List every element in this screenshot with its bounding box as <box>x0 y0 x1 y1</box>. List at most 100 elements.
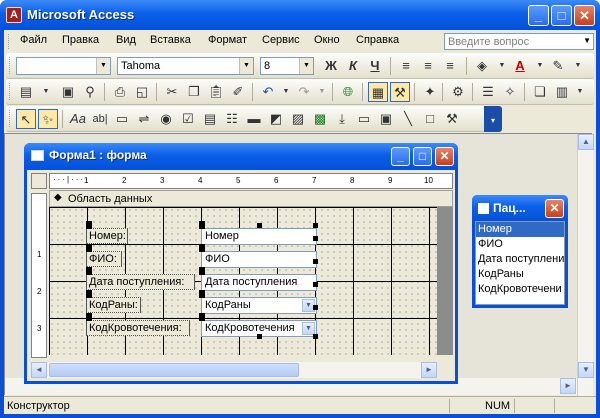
move-handle[interactable] <box>199 244 205 252</box>
title-bar[interactable]: A Microsoft Access _ □ ✕ <box>0 0 600 30</box>
checkbox-tool-icon[interactable]: ☑ <box>178 109 198 129</box>
form-design-window[interactable]: Форма1 : форма _ □ ✕ ···|···· 1 2 3 4 5 … <box>24 143 458 384</box>
print-preview-icon[interactable]: ◱ <box>132 82 152 102</box>
align-right-icon[interactable]: ≡ <box>440 56 460 76</box>
fill-color-icon[interactable]: ◈ <box>472 56 492 76</box>
scroll-up-icon[interactable]: ▲ <box>578 134 594 150</box>
label-fio[interactable]: ФИО: <box>86 251 122 267</box>
toolbox-icon[interactable]: ⚒ <box>390 82 410 102</box>
chevron-down-icon[interactable]: ▼ <box>239 58 253 74</box>
chevron-down-icon[interactable]: ▼ <box>36 82 56 102</box>
move-handle[interactable] <box>86 244 92 252</box>
form-horizontal-scrollbar[interactable]: ◄ ► <box>31 362 437 378</box>
redo-icon[interactable]: ↷ <box>294 82 314 102</box>
field-nomer[interactable]: Номер <box>201 228 317 245</box>
move-handle[interactable] <box>86 313 92 321</box>
list-box-tool-icon[interactable]: ☷ <box>222 109 242 129</box>
select-objects-icon[interactable]: ↖ <box>16 109 36 129</box>
scroll-right-icon[interactable]: ► <box>421 362 437 378</box>
copy-icon[interactable]: ❐ <box>184 82 204 102</box>
toolbar-grip[interactable] <box>9 110 12 127</box>
menu-window[interactable]: Окно <box>314 34 340 46</box>
resize-handle[interactable] <box>313 334 318 339</box>
font-color-icon[interactable]: A <box>510 56 530 76</box>
ask-question-box[interactable]: Введите вопрос ▼ <box>444 33 594 50</box>
detail-section-header[interactable]: ◆ Область данных <box>49 190 453 207</box>
scroll-right-icon[interactable]: ► <box>560 378 576 394</box>
field-list-item-bleeding-code[interactable]: КодКровотечени <box>476 282 564 297</box>
resize-handle[interactable] <box>313 236 318 241</box>
combo-box-tool-icon[interactable]: ▤ <box>200 109 220 129</box>
toolbar-options-icon[interactable]: ▾ <box>484 106 502 132</box>
chevron-down-icon[interactable]: ▼ <box>583 36 591 45</box>
move-handle[interactable] <box>199 290 205 298</box>
resize-handle[interactable] <box>313 305 318 310</box>
line-tool-icon[interactable]: ╲ <box>398 109 418 129</box>
menu-edit[interactable]: Правка <box>62 34 99 46</box>
field-list-item-nomer[interactable]: Номер <box>476 222 564 237</box>
code-icon[interactable]: ⚙ <box>448 82 468 102</box>
form-title-bar[interactable]: Форма1 : форма _ □ ✕ <box>24 143 458 170</box>
label-tool-icon[interactable]: Aa <box>68 109 88 129</box>
field-list[interactable]: Номер ФИО Дата поступлени КодРаны КодКро… <box>475 221 565 305</box>
combo-wound-code[interactable]: КодРаны ▼ <box>201 297 317 314</box>
menu-tools[interactable]: Сервис <box>262 34 300 46</box>
label-wound-code[interactable]: КодРаны: <box>86 297 141 313</box>
label-bleeding-code[interactable]: КодКровотечения: <box>86 320 190 336</box>
page-break-icon[interactable]: ⤓ <box>332 109 352 129</box>
chevron-down-icon[interactable]: ▼ <box>299 58 313 74</box>
resize-handle[interactable] <box>257 334 262 339</box>
move-handle[interactable] <box>199 313 205 321</box>
scroll-down-icon[interactable]: ▼ <box>578 362 594 378</box>
field-list-item-wound-code[interactable]: КодРаны <box>476 267 564 282</box>
move-handle[interactable] <box>86 267 92 275</box>
resize-handle[interactable] <box>313 259 318 264</box>
menu-insert[interactable]: Вставка <box>150 34 191 46</box>
properties-icon[interactable]: ☰ <box>478 82 498 102</box>
resize-handle[interactable] <box>313 282 318 287</box>
print-icon[interactable]: ⎙ <box>110 82 130 102</box>
toggle-button-icon[interactable]: ⇌ <box>134 109 154 129</box>
move-handle[interactable] <box>86 221 92 229</box>
align-center-icon[interactable]: ≡ <box>418 56 438 76</box>
field-list-close-button[interactable]: ✕ <box>545 199 564 218</box>
menu-grip[interactable] <box>8 34 11 49</box>
control-wizards-icon[interactable]: ✨︎ <box>38 109 58 129</box>
tab-control-icon[interactable]: ▭ <box>354 109 374 129</box>
autoformat-icon[interactable]: ✦ <box>420 82 440 102</box>
form-minimize-button[interactable]: _ <box>391 147 410 166</box>
underline-button[interactable]: Ч <box>365 56 385 76</box>
builder-icon[interactable]: ✧ <box>500 82 520 102</box>
textbox-tool-icon[interactable]: ab| <box>90 109 110 129</box>
field-fio[interactable]: ФИО <box>201 251 317 268</box>
option-group-icon[interactable]: ▭ <box>112 109 132 129</box>
unbound-frame-icon[interactable]: ▨ <box>288 109 308 129</box>
paste-icon[interactable]: 📋︎ <box>206 82 226 102</box>
view-icon[interactable]: ▤ <box>16 82 36 102</box>
database-window-icon[interactable]: ❏ <box>530 82 550 102</box>
toolbar-grip[interactable] <box>9 57 12 74</box>
label-nomer[interactable]: Номер: <box>86 228 128 244</box>
field-list-item-admission-date[interactable]: Дата поступлени <box>476 252 564 267</box>
vertical-ruler[interactable]: 1 2 3 <box>31 193 47 358</box>
field-admission-date[interactable]: Дата поступления <box>201 274 317 291</box>
cut-icon[interactable]: ✂ <box>162 82 182 102</box>
font-combo[interactable]: Tahoma ▼ <box>117 57 254 75</box>
font-size-combo[interactable]: 8 ▼ <box>260 57 314 75</box>
image-tool-icon[interactable]: ◩ <box>266 109 286 129</box>
option-button-icon[interactable]: ◉ <box>156 109 176 129</box>
new-object-icon[interactable]: ▥ <box>552 82 572 102</box>
field-list-item-fio[interactable]: ФИО <box>476 237 564 252</box>
chevron-down-icon[interactable]: ▼ <box>570 82 590 102</box>
save-icon[interactable]: ▣ <box>58 82 78 102</box>
menu-view[interactable]: Вид <box>116 34 136 46</box>
chevron-down-icon[interactable]: ▼ <box>568 56 588 76</box>
scroll-thumb[interactable] <box>49 363 299 377</box>
command-button-icon[interactable]: ▬ <box>244 109 264 129</box>
bold-button[interactable]: Ж <box>321 56 341 76</box>
chevron-down-icon[interactable]: ▼ <box>492 56 512 76</box>
search-icon[interactable]: ⚲ <box>80 82 100 102</box>
field-list-icon[interactable]: ▦ <box>368 82 388 102</box>
format-painter-icon[interactable]: ✐ <box>228 82 248 102</box>
resize-handle[interactable] <box>313 223 318 228</box>
